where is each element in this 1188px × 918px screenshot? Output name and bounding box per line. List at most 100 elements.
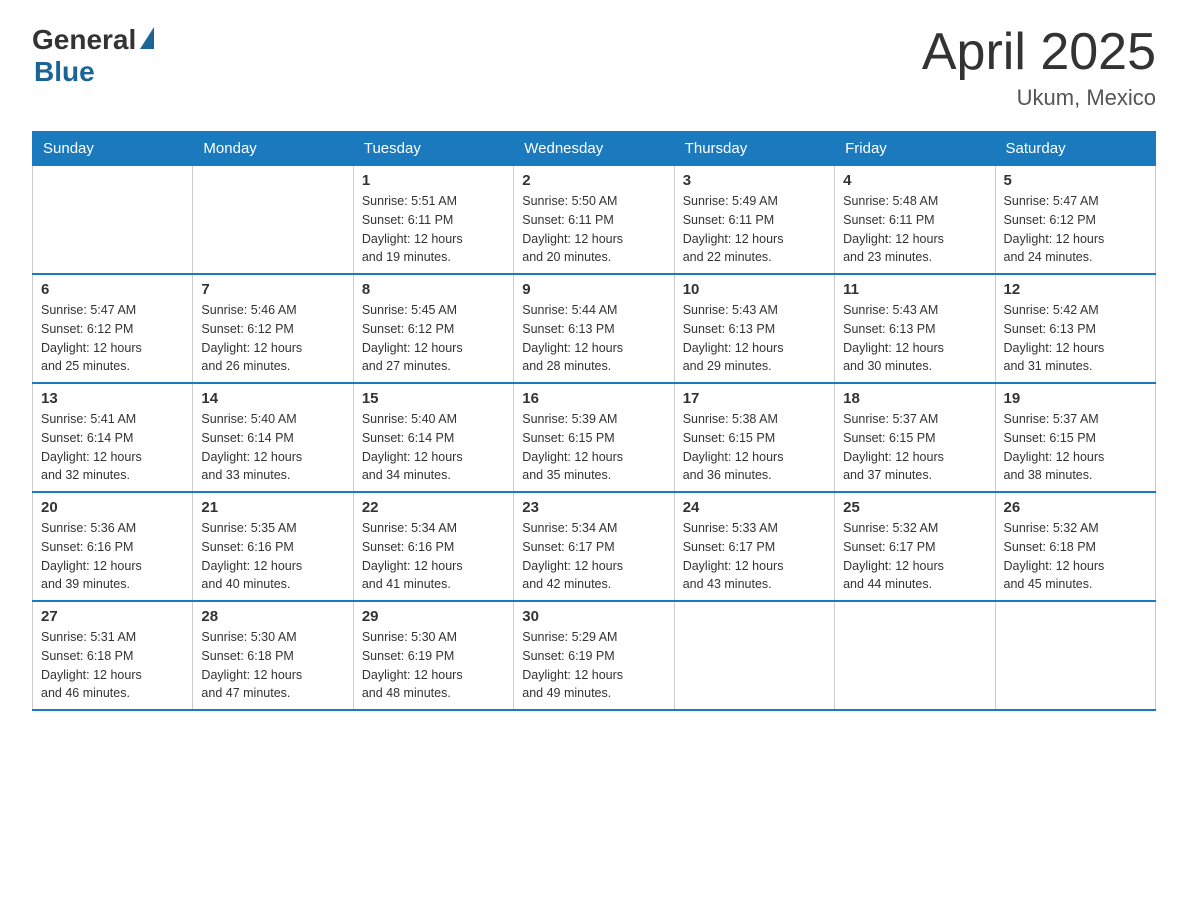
- calendar-cell: 8 Sunrise: 5:45 AMSunset: 6:12 PMDaylight…: [353, 274, 513, 383]
- calendar-cell: [674, 601, 834, 710]
- day-info-text: Daylight: 12 hours: [683, 557, 826, 576]
- day-info-text: Sunset: 6:15 PM: [843, 429, 986, 448]
- weekday-header-monday: Monday: [193, 132, 353, 166]
- calendar-location: Ukum, Mexico: [922, 85, 1156, 111]
- day-number: 30: [522, 608, 665, 625]
- day-info-text: Sunset: 6:16 PM: [362, 538, 505, 557]
- day-info-text: Sunset: 6:11 PM: [843, 211, 986, 230]
- day-number: 28: [201, 608, 344, 625]
- day-number: 1: [362, 172, 505, 189]
- day-number: 3: [683, 172, 826, 189]
- day-number: 24: [683, 499, 826, 516]
- calendar-cell: 13Sunrise: 5:41 AMSunset: 6:14 PMDayligh…: [33, 383, 193, 492]
- day-number: 26: [1004, 499, 1147, 516]
- day-info-text: Sunset: 6:15 PM: [522, 429, 665, 448]
- day-number: 11: [843, 281, 986, 298]
- day-number: 9: [522, 281, 665, 298]
- calendar-week-row: 1Sunrise: 5:51 AMSunset: 6:11 PMDaylight…: [33, 166, 1156, 275]
- day-info-text: Sunset: 6:17 PM: [843, 538, 986, 557]
- weekday-header-tuesday: Tuesday: [353, 132, 513, 166]
- day-info-text: Sunset: 6:11 PM: [362, 211, 505, 230]
- day-info-text: Sunset: 6:15 PM: [1004, 429, 1147, 448]
- calendar-week-row: 20Sunrise: 5:36 AMSunset: 6:16 PMDayligh…: [33, 492, 1156, 601]
- day-info-text: Sunset: 6:13 PM: [522, 320, 665, 339]
- day-info-text: Daylight: 12 hours: [201, 339, 344, 358]
- day-info-text: Sunrise: 5:51 AM: [362, 192, 505, 211]
- day-info-text: Sunrise: 5:33 AM: [683, 519, 826, 538]
- day-info-text: Sunrise: 5:42 AM: [1004, 301, 1147, 320]
- day-info-text: Sunrise: 5:29 AM: [522, 628, 665, 647]
- day-info-text: and 24 minutes.: [1004, 248, 1147, 267]
- calendar-cell: 27Sunrise: 5:31 AMSunset: 6:18 PMDayligh…: [33, 601, 193, 710]
- day-info-text: and 19 minutes.: [362, 248, 505, 267]
- day-info-text: Sunrise: 5:45 AM: [362, 301, 505, 320]
- day-info-text: and 41 minutes.: [362, 575, 505, 594]
- day-info-text: Sunrise: 5:46 AM: [201, 301, 344, 320]
- day-info-text: Sunset: 6:12 PM: [1004, 211, 1147, 230]
- day-info-text: Daylight: 12 hours: [41, 666, 184, 685]
- day-number: 27: [41, 608, 184, 625]
- weekday-header-sunday: Sunday: [33, 132, 193, 166]
- calendar-cell: 19Sunrise: 5:37 AMSunset: 6:15 PMDayligh…: [995, 383, 1155, 492]
- calendar-cell: 30Sunrise: 5:29 AMSunset: 6:19 PMDayligh…: [514, 601, 674, 710]
- day-info-text: Sunset: 6:14 PM: [201, 429, 344, 448]
- day-number: 22: [362, 499, 505, 516]
- day-number: 8: [362, 281, 505, 298]
- day-info-text: Sunrise: 5:35 AM: [201, 519, 344, 538]
- day-info-text: Sunrise: 5:32 AM: [1004, 519, 1147, 538]
- day-info-text: Sunset: 6:13 PM: [843, 320, 986, 339]
- day-info-text: Sunset: 6:12 PM: [362, 320, 505, 339]
- logo-general-text: General: [32, 24, 136, 56]
- day-info-text: Daylight: 12 hours: [1004, 557, 1147, 576]
- day-number: 29: [362, 608, 505, 625]
- day-info-text: Daylight: 12 hours: [41, 557, 184, 576]
- day-info-text: and 32 minutes.: [41, 466, 184, 485]
- day-info-text: Daylight: 12 hours: [522, 230, 665, 249]
- day-info-text: and 45 minutes.: [1004, 575, 1147, 594]
- calendar-cell: [33, 166, 193, 275]
- day-info-text: Sunset: 6:15 PM: [683, 429, 826, 448]
- day-info-text: Sunset: 6:14 PM: [362, 429, 505, 448]
- calendar-cell: 7Sunrise: 5:46 AMSunset: 6:12 PMDaylight…: [193, 274, 353, 383]
- day-info-text: Sunrise: 5:38 AM: [683, 410, 826, 429]
- day-info-text: Sunrise: 5:47 AM: [41, 301, 184, 320]
- day-info-text: Sunrise: 5:47 AM: [1004, 192, 1147, 211]
- day-number: 21: [201, 499, 344, 516]
- day-info-text: Daylight: 12 hours: [522, 339, 665, 358]
- day-info-text: Daylight: 12 hours: [1004, 448, 1147, 467]
- day-number: 19: [1004, 390, 1147, 407]
- calendar-cell: 1Sunrise: 5:51 AMSunset: 6:11 PMDaylight…: [353, 166, 513, 275]
- day-number: 17: [683, 390, 826, 407]
- day-number: 20: [41, 499, 184, 516]
- calendar-cell: 15Sunrise: 5:40 AMSunset: 6:14 PMDayligh…: [353, 383, 513, 492]
- calendar-week-row: 27Sunrise: 5:31 AMSunset: 6:18 PMDayligh…: [33, 601, 1156, 710]
- day-info-text: Daylight: 12 hours: [683, 339, 826, 358]
- day-info-text: Sunset: 6:12 PM: [41, 320, 184, 339]
- day-info-text: and 46 minutes.: [41, 684, 184, 703]
- day-info-text: Sunrise: 5:50 AM: [522, 192, 665, 211]
- day-info-text: Daylight: 12 hours: [683, 230, 826, 249]
- day-info-text: Daylight: 12 hours: [41, 339, 184, 358]
- day-number: 14: [201, 390, 344, 407]
- day-info-text: Sunrise: 5:41 AM: [41, 410, 184, 429]
- day-info-text: and 48 minutes.: [362, 684, 505, 703]
- calendar-cell: 22Sunrise: 5:34 AMSunset: 6:16 PMDayligh…: [353, 492, 513, 601]
- day-info-text: Daylight: 12 hours: [683, 448, 826, 467]
- day-number: 15: [362, 390, 505, 407]
- day-number: 12: [1004, 281, 1147, 298]
- day-info-text: and 29 minutes.: [683, 357, 826, 376]
- day-info-text: and 23 minutes.: [843, 248, 986, 267]
- calendar-cell: 28Sunrise: 5:30 AMSunset: 6:18 PMDayligh…: [193, 601, 353, 710]
- day-info-text: and 38 minutes.: [1004, 466, 1147, 485]
- day-info-text: and 37 minutes.: [843, 466, 986, 485]
- logo-blue-text: Blue: [34, 56, 95, 88]
- title-area: April 2025 Ukum, Mexico: [922, 24, 1156, 111]
- day-info-text: Sunset: 6:19 PM: [362, 647, 505, 666]
- calendar-cell: 5Sunrise: 5:47 AMSunset: 6:12 PMDaylight…: [995, 166, 1155, 275]
- day-info-text: Daylight: 12 hours: [843, 557, 986, 576]
- day-info-text: Daylight: 12 hours: [362, 339, 505, 358]
- day-info-text: Sunrise: 5:37 AM: [843, 410, 986, 429]
- weekday-header-saturday: Saturday: [995, 132, 1155, 166]
- day-info-text: Daylight: 12 hours: [1004, 339, 1147, 358]
- day-info-text: and 44 minutes.: [843, 575, 986, 594]
